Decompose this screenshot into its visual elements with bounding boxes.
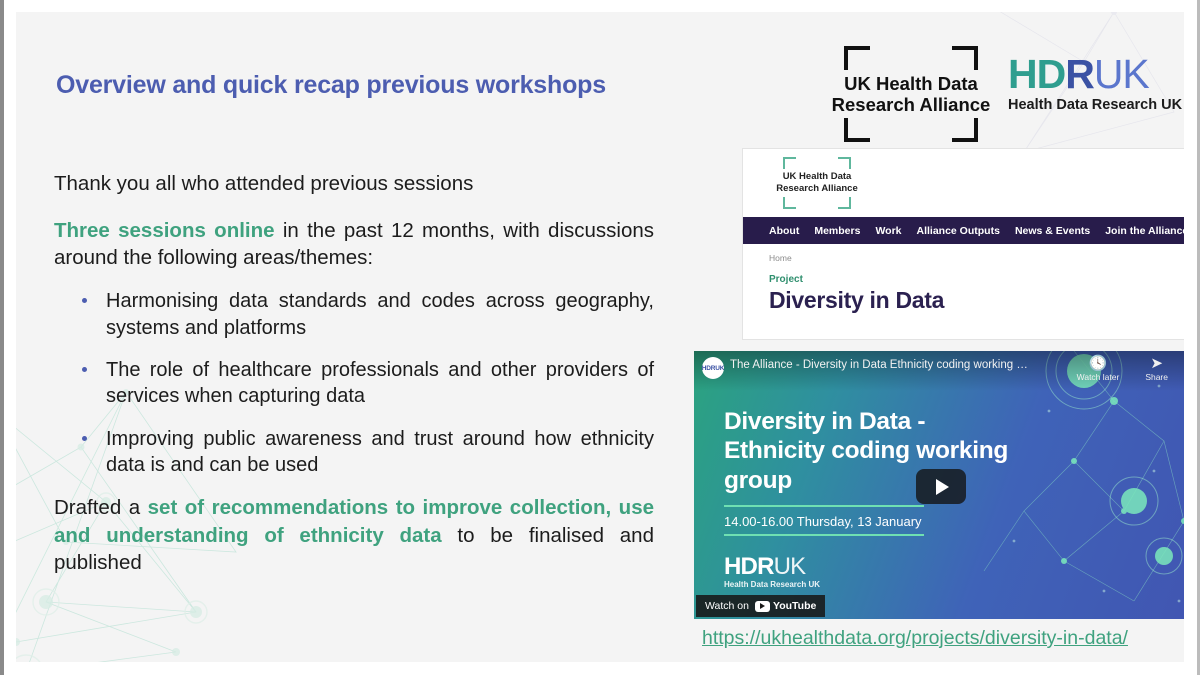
youtube-brand: YouTube <box>754 600 817 612</box>
bracket-top-right-icon <box>838 157 851 169</box>
website-logo-line2: Research Alliance <box>776 182 858 194</box>
youtube-player-chrome: HDRUK The Alliance - Diversity in Data E… <box>694 351 1184 391</box>
website-page-heading: Diversity in Data <box>769 287 945 313</box>
clock-icon: 🕓 <box>1088 355 1108 372</box>
list-item: Improving public awareness and trust aro… <box>54 426 654 479</box>
window-edge-left <box>0 0 4 675</box>
project-page-link[interactable]: https://ukhealthdata.org/projects/divers… <box>702 627 1128 650</box>
bracket-top-left-icon <box>783 157 796 169</box>
share-arrow-icon: ➤ <box>1150 355 1163 372</box>
list-item-text: Harmonising data standards and codes acr… <box>106 290 654 339</box>
breadcrumb[interactable]: Home <box>743 244 1184 263</box>
bullet-dot-icon <box>82 298 87 304</box>
youtube-play-icon <box>754 600 770 612</box>
thumbnail-divider-bottom <box>724 534 924 536</box>
hdr-letters-hd: HD <box>1008 51 1066 97</box>
hdr-uk-logo: HDRUK Health Data Research UK <box>1008 54 1183 114</box>
bracket-bottom-left-icon <box>783 197 796 209</box>
closing-lead: Drafted a <box>54 496 148 520</box>
nav-item-alliance-outputs[interactable]: Alliance Outputs <box>917 225 1000 237</box>
nav-item-members[interactable]: Members <box>814 225 860 237</box>
youtube-video-embed[interactable]: HDRUK The Alliance - Diversity in Data E… <box>694 351 1184 619</box>
watch-later-button[interactable]: 🕓 Watch later <box>1077 355 1120 382</box>
watch-on-label: Watch on <box>705 600 749 612</box>
page-title: Overview and quick recap previous worksh… <box>56 71 606 99</box>
hdr-letter-r: R <box>1065 51 1095 97</box>
thumbnail-uk-letters: UK <box>773 553 807 580</box>
website-logo-line1: UK Health Data <box>782 171 852 182</box>
bullet-dot-icon <box>82 435 87 441</box>
list-item-text: The role of healthcare professionals and… <box>106 358 654 408</box>
bracket-top-left-icon <box>844 46 870 70</box>
bullet-dot-icon <box>82 366 87 372</box>
content-type-kicker: Project <box>769 274 803 285</box>
nav-item-news-events[interactable]: News & Events <box>1015 225 1090 237</box>
closing-paragraph: Drafted a set of recommendations to impr… <box>54 494 654 575</box>
website-logo-text: UK Health Data Research Alliance <box>757 171 877 195</box>
list-item: The role of healthcare professionals and… <box>54 357 654 410</box>
play-button[interactable] <box>916 469 966 504</box>
hdr-uk-wordmark: HDRUK <box>1008 54 1176 95</box>
share-label: Share <box>1145 372 1168 382</box>
bracket-bottom-left-icon <box>844 118 870 142</box>
channel-avatar[interactable]: HDRUK <box>702 357 724 379</box>
youtube-label: YouTube <box>772 600 817 612</box>
share-button[interactable]: ➤ Share <box>1145 355 1168 382</box>
sessions-paragraph: Three sessions online in the past 12 mon… <box>54 217 654 271</box>
hdr-uk-subtitle: Health Data Research UK <box>1008 97 1183 113</box>
uk-health-data-research-alliance-logo: UK Health Data Research Alliance <box>816 46 1006 142</box>
website-navigation: About Members Work Alliance Outputs News… <box>743 217 1184 244</box>
presentation-slide: Overview and quick recap previous worksh… <box>16 12 1184 662</box>
thumbnail-hdr-uk-logo: HDRUK Health Data Research UK <box>724 555 821 590</box>
bracket-top-right-icon <box>952 46 978 70</box>
alliance-logo-line2: Research Alliance <box>831 94 991 116</box>
nav-item-about[interactable]: About <box>769 225 799 237</box>
player-actions: 🕓 Watch later ➤ Share <box>1077 355 1168 382</box>
website-alliance-logo: UK Health Data Research Alliance <box>769 157 865 209</box>
thumbnail-hdr-wordmark: HDRUK <box>724 555 820 579</box>
bracket-bottom-right-icon <box>952 118 978 142</box>
website-screenshot: UK Health Data Research Alliance About M… <box>742 148 1184 340</box>
list-item: Harmonising data standards and codes acr… <box>54 288 654 341</box>
thumbnail-date: 14.00-16.00 Thursday, 13 January <box>724 514 922 529</box>
thumbnail-heading: Diversity in Data - Ethnicity coding wor… <box>724 408 1009 494</box>
video-title[interactable]: The Alliance - Diversity in Data Ethnici… <box>730 359 1030 371</box>
slide-screenshot: Overview and quick recap previous worksh… <box>0 0 1200 675</box>
list-item-text: Improving public awareness and trust aro… <box>106 427 654 477</box>
thumbnail-hdr-letters: HDR <box>724 553 774 580</box>
watch-on-youtube-button[interactable]: Watch on YouTube <box>696 595 826 617</box>
logo-bar: UK Health Data Research Alliance HDRUK H… <box>796 34 1183 149</box>
thumbnail-hdr-subtitle: Health Data Research UK <box>724 580 821 589</box>
themes-bullet-list: Harmonising data standards and codes acr… <box>54 288 654 478</box>
nav-item-join-the-alliance[interactable]: Join the Alliance <box>1105 225 1184 237</box>
sessions-highlight: Three sessions online <box>54 219 275 243</box>
alliance-logo-line1: UK Health Data <box>844 73 978 94</box>
watch-later-label: Watch later <box>1076 372 1120 382</box>
intro-paragraph: Thank you all who attended previous sess… <box>54 172 474 195</box>
nav-item-work[interactable]: Work <box>875 225 901 237</box>
website-header: UK Health Data Research Alliance <box>743 149 1184 217</box>
play-triangle-icon <box>936 478 949 495</box>
thumbnail-divider-top <box>724 505 924 507</box>
hdr-letters-uk: UK <box>1093 51 1150 97</box>
alliance-logo-text: UK Health Data Research Alliance <box>816 73 1006 115</box>
bracket-bottom-right-icon <box>838 197 851 209</box>
slide-body: Thank you all who attended previous sess… <box>54 170 654 576</box>
